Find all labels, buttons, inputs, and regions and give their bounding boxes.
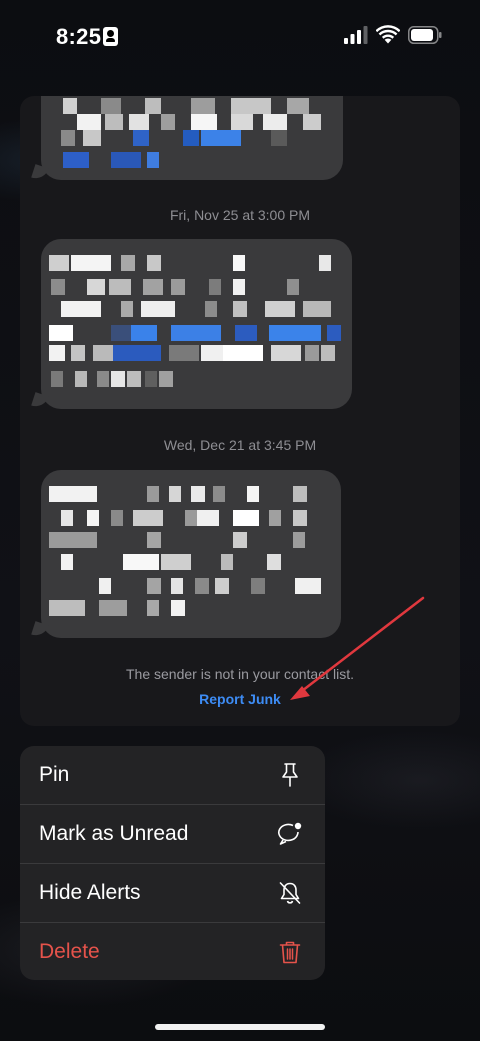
message-bubble[interactable] bbox=[41, 470, 341, 638]
timestamp: Fri, Nov 25 at 3:00 PM bbox=[169, 207, 311, 223]
unread-bubble-icon bbox=[278, 822, 302, 845]
battery-icon bbox=[408, 26, 442, 44]
menu-item-label: Hide Alerts bbox=[39, 880, 141, 904]
signal-icon bbox=[344, 26, 368, 44]
timestamp: Wed, Dec 21 at 3:45 PM bbox=[163, 437, 317, 453]
contact-card-icon bbox=[103, 27, 118, 46]
message-bubble[interactable] bbox=[41, 239, 352, 409]
message-bubble[interactable] bbox=[41, 96, 343, 180]
menu-item-mark-as-unread[interactable]: Mark as Unread bbox=[20, 804, 325, 862]
bubble-tail bbox=[31, 621, 49, 639]
menu-item-label: Delete bbox=[39, 939, 100, 963]
bell-slash-icon bbox=[279, 881, 301, 904]
conversation-preview: Fri, Nov 25 at 3:00 PM Wed, Dec 21 at 3:… bbox=[20, 96, 460, 726]
pin-icon bbox=[282, 763, 298, 787]
wifi-icon bbox=[376, 25, 400, 44]
menu-item-pin[interactable]: Pin bbox=[20, 746, 325, 804]
status-time: 8:25 bbox=[56, 24, 102, 49]
trash-icon bbox=[279, 941, 301, 963]
menu-item-label: Mark as Unread bbox=[39, 821, 189, 845]
report-junk-link[interactable]: Report Junk bbox=[20, 691, 460, 707]
context-menu: Pin Mark as Unread Hide Alerts Delete bbox=[20, 746, 325, 980]
menu-item-hide-alerts[interactable]: Hide Alerts bbox=[20, 863, 325, 921]
status-bar: 8:25 bbox=[0, 0, 480, 72]
menu-item-delete[interactable]: Delete bbox=[20, 922, 325, 980]
home-indicator[interactable] bbox=[155, 1024, 325, 1030]
menu-item-label: Pin bbox=[39, 763, 70, 786]
bubble-tail bbox=[31, 164, 49, 182]
bubble-tail bbox=[31, 392, 49, 410]
sender-not-in-contacts-note: The sender is not in your contact list. bbox=[126, 666, 354, 682]
